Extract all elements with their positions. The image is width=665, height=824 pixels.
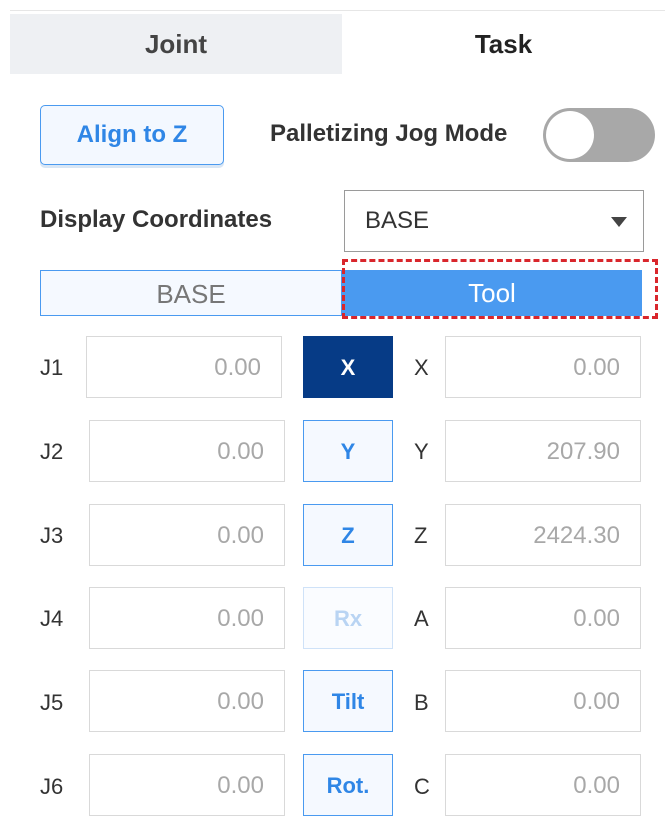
joint-label-j2: J2 bbox=[40, 439, 64, 464]
display-coordinates-value: BASE bbox=[365, 207, 430, 234]
coord-value: 207.90 bbox=[546, 438, 620, 465]
coord-value: 0.00 bbox=[573, 605, 620, 632]
coord-value: 2424.30 bbox=[533, 522, 620, 549]
coord-value: 0.00 bbox=[573, 354, 620, 381]
coord-label-y: Y bbox=[414, 439, 429, 464]
jog-button-x[interactable]: X bbox=[303, 336, 393, 398]
joint-label-j3: J3 bbox=[40, 523, 64, 548]
toggle-knob bbox=[546, 111, 594, 159]
joint-value: 0.00 bbox=[214, 354, 261, 381]
coord-field-c[interactable]: 0.00 bbox=[445, 754, 641, 816]
joint-value: 0.00 bbox=[217, 605, 264, 632]
coord-value: 0.00 bbox=[573, 688, 620, 715]
align-to-z-button[interactable]: Align to Z bbox=[40, 105, 224, 165]
coord-field-y[interactable]: 207.90 bbox=[445, 420, 641, 482]
mode-tabs: Joint Task bbox=[10, 14, 665, 74]
joint-field-j1[interactable]: 0.00 bbox=[86, 336, 282, 398]
jog-button-z[interactable]: Z bbox=[303, 504, 393, 566]
coord-value: 0.00 bbox=[573, 772, 620, 799]
joint-field-j4[interactable]: 0.00 bbox=[89, 587, 285, 649]
display-coordinates-label: Display Coordinates bbox=[40, 206, 273, 233]
coord-field-x[interactable]: 0.00 bbox=[445, 336, 641, 398]
coord-field-z[interactable]: 2424.30 bbox=[445, 504, 641, 566]
joint-field-j2[interactable]: 0.00 bbox=[89, 420, 285, 482]
joint-label-j5: J5 bbox=[40, 690, 64, 715]
palletizing-jog-mode-toggle[interactable] bbox=[543, 108, 655, 162]
joint-value: 0.00 bbox=[217, 688, 264, 715]
coord-label-z: Z bbox=[414, 523, 428, 548]
jog-button-rot[interactable]: Rot. bbox=[303, 754, 393, 816]
highlight-annotation bbox=[342, 259, 658, 319]
joint-field-j5[interactable]: 0.00 bbox=[89, 670, 285, 732]
joint-value: 0.00 bbox=[217, 438, 264, 465]
jog-button-rx[interactable]: Rx bbox=[303, 587, 393, 649]
joint-value: 0.00 bbox=[217, 772, 264, 799]
coord-field-a[interactable]: 0.00 bbox=[445, 587, 641, 649]
joint-label-j1: J1 bbox=[40, 355, 64, 380]
coord-field-b[interactable]: 0.00 bbox=[445, 670, 641, 732]
jog-button-y[interactable]: Y bbox=[303, 420, 393, 482]
coord-label-a: A bbox=[414, 606, 429, 631]
jog-button-tilt[interactable]: Tilt bbox=[303, 670, 393, 732]
joint-field-j6[interactable]: 0.00 bbox=[89, 754, 285, 816]
tab-joint[interactable]: Joint bbox=[10, 14, 342, 74]
tab-task[interactable]: Task bbox=[342, 14, 665, 74]
palletizing-jog-mode-label: Palletizing Jog Mode bbox=[270, 120, 508, 147]
coord-label-b: B bbox=[414, 690, 429, 715]
display-coordinates-select[interactable]: BASE bbox=[344, 190, 644, 252]
caret-down-icon bbox=[611, 217, 627, 227]
joint-field-j3[interactable]: 0.00 bbox=[89, 504, 285, 566]
frame-base-button[interactable]: BASE bbox=[40, 270, 342, 316]
coord-label-c: C bbox=[414, 774, 430, 799]
joint-label-j4: J4 bbox=[40, 606, 64, 631]
joint-label-j6: J6 bbox=[40, 774, 64, 799]
joint-value: 0.00 bbox=[217, 522, 264, 549]
coord-label-x: X bbox=[414, 355, 429, 380]
